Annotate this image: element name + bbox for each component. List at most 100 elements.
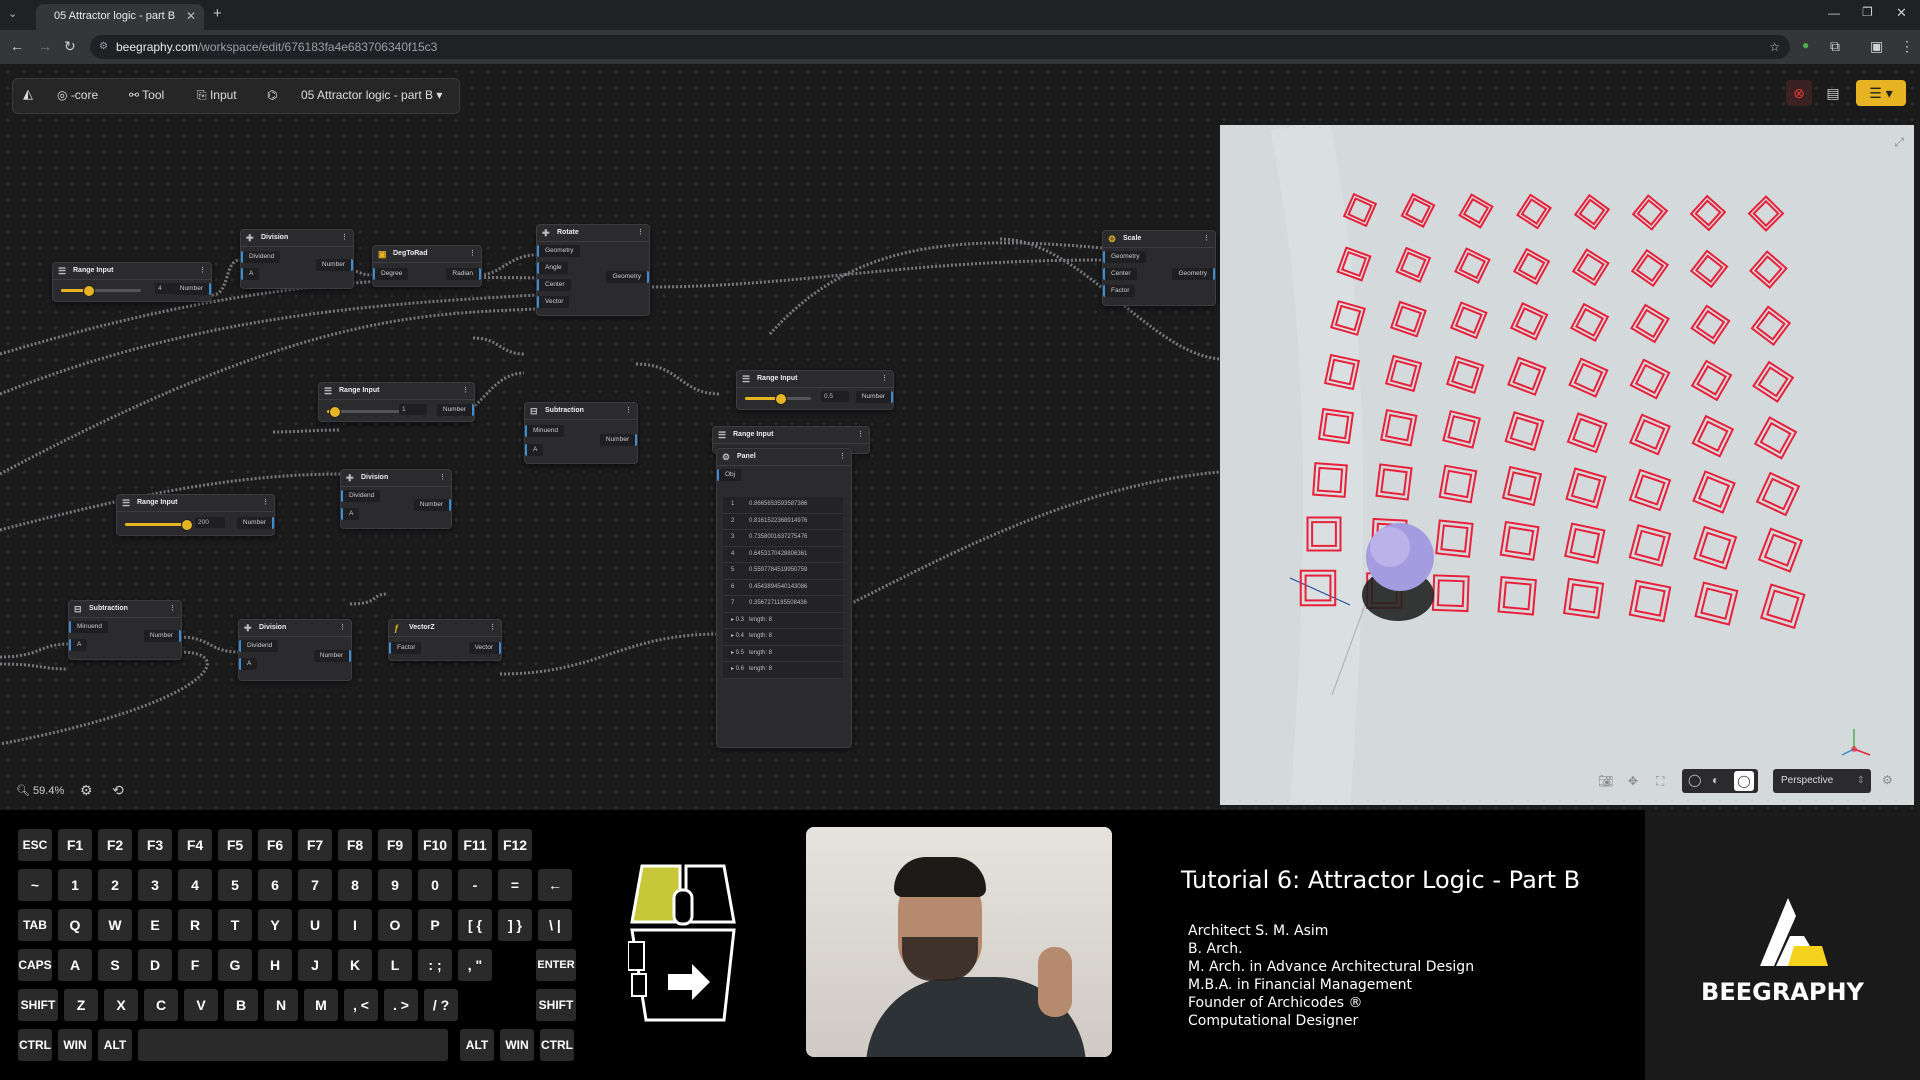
division-node-1[interactable]: ✚ Division ⋮ Dividend A Number <box>240 229 354 289</box>
input-port-a[interactable]: A <box>241 268 260 280</box>
node-menu-icon[interactable]: ⋮ <box>439 470 446 486</box>
url-input[interactable]: ⚙ beegraphy.com/workspace/edit/676183fa4… <box>90 35 1790 59</box>
orbit-icon[interactable]: ✥ <box>1628 774 1638 788</box>
input-port-center[interactable]: Center <box>1103 268 1137 280</box>
panel-value-list[interactable]: 1 0.8665653593587366 2 0.8161522368914976 … <box>723 497 843 679</box>
output-port-number[interactable]: Number <box>436 404 474 416</box>
input-port-degree[interactable]: Degree <box>373 268 409 280</box>
viewport-scene[interactable] <box>1220 125 1914 805</box>
camera-icon[interactable]: 📷︎ <box>1598 774 1613 788</box>
reload-icon[interactable]: ↻ <box>64 38 76 55</box>
node-menu-icon[interactable]: ⋮ <box>1203 231 1210 247</box>
record-icon[interactable]: ⊗ <box>1786 80 1812 106</box>
input-port-vector[interactable]: Vector <box>537 296 570 308</box>
bookmark-star-icon[interactable]: ☆ <box>1769 35 1780 59</box>
node-menu-icon[interactable]: ⋮ <box>262 495 269 511</box>
3d-viewport[interactable]: ⤢ 📷︎ ✥ ⛶ ◯ ◐ ◯ Perspective ⇕ ⚙ <box>1220 125 1914 805</box>
rotate-node[interactable]: ✚ Rotate ⋮ Geometry Angle Center Vector Ge… <box>536 224 650 316</box>
output-port-number[interactable]: Number <box>236 517 274 529</box>
input-port-dividend[interactable]: Dividend <box>239 640 279 652</box>
list-item[interactable]: ▸ 0.5 length: 8 <box>723 646 843 662</box>
canvas-settings-icon[interactable]: ⚙ <box>80 782 93 799</box>
output-port-number[interactable]: Number <box>315 259 353 271</box>
node-menu-icon[interactable]: ⋮ <box>341 230 348 246</box>
output-port-number[interactable]: Number <box>173 283 211 295</box>
list-item[interactable]: ▸ 0.4 length: 8 <box>723 629 843 646</box>
range-slider[interactable] <box>125 519 193 531</box>
subtraction-node-2[interactable]: ⊟ Subtraction ⋮ Minuend A Number <box>68 600 182 660</box>
range-value[interactable]: 0.5 <box>821 391 849 402</box>
range-slider[interactable] <box>61 285 141 297</box>
node-menu-icon[interactable]: ⋮ <box>489 620 496 636</box>
input-port-factor[interactable]: Factor <box>1103 285 1136 297</box>
node-menu-icon[interactable]: ⋮ <box>857 427 864 443</box>
input-port-factor[interactable]: Factor <box>389 642 422 654</box>
close-tab-icon[interactable]: ✕ <box>186 4 196 28</box>
minimize-icon[interactable]: — <box>1828 6 1840 20</box>
new-tab-icon[interactable]: + <box>213 5 222 22</box>
node-menu-icon[interactable]: ⋮ <box>469 246 476 262</box>
undo-icon[interactable]: ⟲ <box>112 782 124 799</box>
vectorz-node[interactable]: ƒ VectorZ ⋮ Factor Vector <box>388 619 502 661</box>
output-port-number[interactable]: Number <box>143 630 181 642</box>
range-slider[interactable] <box>327 406 405 418</box>
node-menu-icon[interactable]: ⋮ <box>881 371 888 387</box>
input-port-minuend[interactable]: Minuend <box>69 621 108 633</box>
input-port-a[interactable]: A <box>341 508 360 520</box>
range-value[interactable]: 200 <box>195 517 225 528</box>
scale-node[interactable]: ⚙ Scale ⋮ Geometry Center Factor Geometry <box>1102 230 1216 306</box>
node-menu-icon[interactable]: ⋮ <box>839 449 846 465</box>
wireframe-mode-icon[interactable]: ◯ <box>1688 773 1701 787</box>
extensions-icon[interactable]: ⧉ <box>1830 38 1840 55</box>
forward-icon[interactable]: → <box>38 38 52 54</box>
viewport-settings-icon[interactable]: ⚙ <box>1882 773 1893 787</box>
panel-node[interactable]: ⚙ Panel ⋮ Obj 1 0.8665653593587366 2 0.81615… <box>716 448 852 748</box>
node-menu-icon[interactable]: ⋮ <box>637 225 644 241</box>
input-port-geometry[interactable]: Geometry <box>1103 251 1146 263</box>
node-menu-icon[interactable]: ⋮ <box>169 601 176 617</box>
input-port-a[interactable]: A <box>69 639 88 651</box>
profile-icon[interactable]: ▣ <box>1870 38 1883 55</box>
range-input-node-4[interactable]: ☰ Range Input ⋮ 200 Number <box>116 494 275 536</box>
fullscreen-icon[interactable]: ⛶ <box>1656 774 1664 789</box>
zoom-control[interactable]: 🔍︎ 59.4% <box>16 784 64 797</box>
input-port-center[interactable]: Center <box>537 279 571 291</box>
subtraction-node-1[interactable]: ⊟ Subtraction ⋮ Minuend A Number <box>524 402 638 464</box>
input-port-obj[interactable]: Obj <box>717 469 742 481</box>
output-port-number[interactable]: Number <box>413 499 451 511</box>
range-input-node-3[interactable]: ☰ Range Input ⋮ 0.5 Number <box>736 370 894 410</box>
list-item[interactable]: ▸ 0.6 length: 8 <box>723 662 843 679</box>
input-port-a[interactable]: A <box>525 444 544 456</box>
range-value[interactable]: 1 <box>399 404 427 415</box>
range-slider[interactable] <box>745 393 811 405</box>
back-icon[interactable]: ← <box>10 38 24 54</box>
input-port-dividend[interactable]: Dividend <box>341 490 381 502</box>
output-port-number[interactable]: Number <box>599 434 637 446</box>
list-item[interactable]: ▸ 0.3 length: 8 <box>723 613 843 629</box>
output-port-number[interactable]: Number <box>855 391 893 403</box>
tab-search-icon[interactable]: ⌄ <box>8 7 17 20</box>
input-port-dividend[interactable]: Dividend <box>241 251 281 263</box>
degtorad-node[interactable]: ▣ DegToRad ⋮ Degree Radian <box>372 245 482 287</box>
browser-tab[interactable]: 05 Attractor logic - part B ✕ <box>36 4 204 30</box>
rendered-mode-icon[interactable]: ◯ <box>1734 771 1754 791</box>
output-port-geometry[interactable]: Geometry <box>1172 268 1215 280</box>
output-port-number[interactable]: Number <box>313 650 351 662</box>
input-port-geometry[interactable]: Geometry <box>537 245 580 257</box>
division-node-2[interactable]: ✚ Division ⋮ Dividend A Number <box>340 469 452 529</box>
node-menu-icon[interactable]: ⋮ <box>339 620 346 636</box>
division-node-3[interactable]: ✚ Division ⋮ Dividend A Number <box>238 619 352 681</box>
node-menu-icon[interactable]: ⋮ <box>199 263 206 279</box>
input-port-minuend[interactable]: Minuend <box>525 425 564 437</box>
maximize-icon[interactable]: ❐ <box>1862 5 1873 19</box>
extension-g-icon[interactable]: ● <box>1802 38 1809 52</box>
output-port-vector[interactable]: Vector <box>468 642 501 654</box>
settings-panel-button[interactable]: ☰ ▾ <box>1856 80 1906 106</box>
range-input-node-1[interactable]: ☰ Range Input ⋮ 4 Number <box>52 262 212 302</box>
shaded-mode-icon[interactable]: ◐ <box>1712 773 1719 787</box>
output-port-radian[interactable]: Radian <box>446 268 481 280</box>
output-port-geometry[interactable]: Geometry <box>606 271 649 283</box>
close-window-icon[interactable]: ✕ <box>1896 5 1907 21</box>
input-port-angle[interactable]: Angle <box>537 262 568 274</box>
input-port-a[interactable]: A <box>239 658 258 670</box>
